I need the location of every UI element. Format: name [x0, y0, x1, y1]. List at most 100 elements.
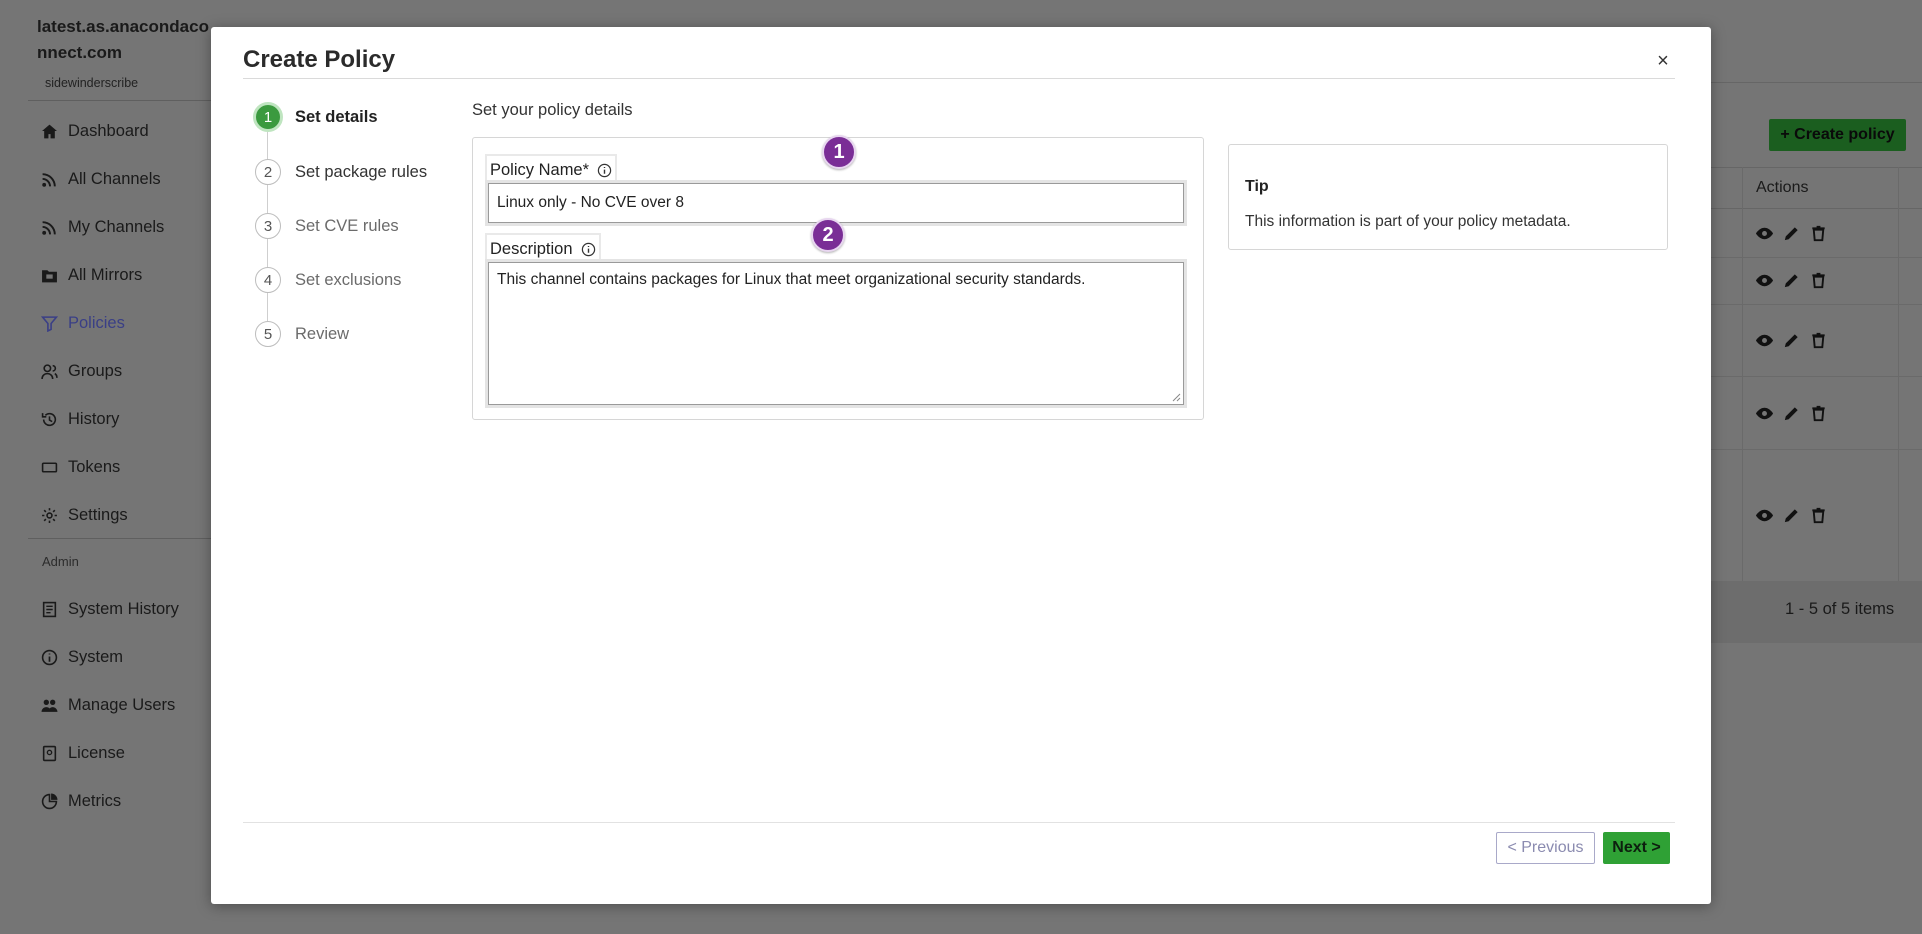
pencil-icon[interactable]: [1782, 331, 1801, 355]
nav-label: Manage Users: [68, 695, 176, 714]
trash-icon[interactable]: [1809, 331, 1828, 355]
eye-icon[interactable]: [1755, 224, 1774, 248]
nav-label: All Channels: [68, 169, 161, 188]
annotation-badge-1: 1: [822, 135, 856, 169]
table-row-actions: [1755, 331, 1828, 355]
table-row-actions: [1755, 506, 1828, 530]
info-icon[interactable]: [597, 163, 612, 178]
admin-section-label: Admin: [42, 554, 79, 569]
description-textarea[interactable]: This channel contains packages for Linux…: [488, 262, 1184, 405]
info-icon: [40, 648, 58, 666]
nav-all-mirrors[interactable]: All Mirrors: [40, 262, 142, 288]
pencil-icon[interactable]: [1782, 404, 1801, 428]
annotation-badge-2: 2: [811, 218, 845, 252]
nav-divider: [28, 538, 211, 539]
tip-panel: Tip This information is part of your pol…: [1228, 144, 1668, 250]
eye-icon[interactable]: [1755, 506, 1774, 530]
close-icon[interactable]: ×: [1651, 49, 1675, 73]
mirror-icon: [40, 266, 58, 284]
nav-license[interactable]: License: [40, 740, 125, 766]
nav-label: Dashboard: [68, 121, 149, 140]
nav-label: System: [68, 647, 124, 666]
step-number: 1: [253, 102, 283, 132]
step-label: Set exclusions: [295, 270, 402, 289]
step-set-details[interactable]: 1 Set details: [253, 101, 475, 133]
nav-all-channels[interactable]: All Channels: [40, 166, 161, 192]
nav-settings[interactable]: Settings: [40, 502, 128, 528]
previous-button[interactable]: < Previous: [1496, 832, 1595, 864]
channels-icon: [40, 218, 58, 236]
eye-icon[interactable]: [1755, 404, 1774, 428]
nav-label: All Mirrors: [68, 265, 143, 284]
tip-text: This information is part of your policy …: [1245, 213, 1571, 230]
nav-label: Groups: [68, 361, 123, 380]
filter-icon: [40, 314, 58, 332]
nav-label: License: [68, 743, 125, 762]
section-heading: Set your policy details: [472, 101, 633, 119]
actions-column-header: Actions: [1756, 179, 1809, 196]
metrics-icon: [40, 792, 58, 810]
eye-icon[interactable]: [1755, 271, 1774, 295]
gear-icon: [40, 506, 58, 524]
nav-dashboard[interactable]: Dashboard: [40, 118, 149, 144]
row-divider: [1690, 449, 1922, 450]
footer-divider: [243, 822, 1675, 823]
step-review[interactable]: 5 Review: [255, 318, 475, 350]
description-field-wrapper: This channel contains packages for Linux…: [485, 259, 1187, 408]
license-icon: [40, 744, 58, 762]
info-icon[interactable]: [581, 242, 596, 257]
step-number: 3: [255, 213, 281, 239]
token-icon: [40, 458, 58, 476]
nav-tokens[interactable]: Tokens: [40, 454, 120, 480]
trash-icon[interactable]: [1809, 404, 1828, 428]
nav-policies[interactable]: Policies: [40, 310, 125, 336]
pagination-summary: 1 - 5 of 5 items: [1785, 600, 1895, 618]
nav-metrics[interactable]: Metrics: [40, 788, 121, 814]
table-row-actions: [1755, 271, 1828, 295]
create-policy-button[interactable]: + Create policy: [1769, 119, 1906, 151]
row-divider: [1690, 257, 1922, 258]
pencil-icon[interactable]: [1782, 224, 1801, 248]
step-number: 2: [255, 159, 281, 185]
users-icon: [40, 696, 58, 714]
tip-title: Tip: [1245, 178, 1269, 195]
sidebar: latest.as.anacondaconnect.com sidewinder…: [0, 0, 211, 934]
step-number: 5: [255, 321, 281, 347]
nav-my-channels[interactable]: My Channels: [40, 214, 164, 240]
nav-label: My Channels: [68, 217, 165, 236]
column-divider: [1898, 167, 1899, 581]
modal-title: Create Policy: [243, 46, 396, 73]
nav-divider: [28, 100, 211, 101]
pencil-icon[interactable]: [1782, 506, 1801, 530]
channels-icon: [40, 170, 58, 188]
table-row-actions: [1755, 404, 1828, 428]
policy-name-label-text: Policy Name*: [490, 160, 590, 179]
description-label-text: Description: [490, 239, 573, 258]
trash-icon[interactable]: [1809, 271, 1828, 295]
pencil-icon[interactable]: [1782, 271, 1801, 295]
trash-icon[interactable]: [1809, 506, 1828, 530]
nav-label: Policies: [68, 313, 125, 332]
row-divider: [1690, 376, 1922, 377]
nav-system[interactable]: System: [40, 644, 123, 670]
nav-history[interactable]: History: [40, 406, 119, 432]
step-label: Set details: [295, 107, 378, 126]
resize-grip-icon[interactable]: [1172, 393, 1181, 402]
nav-label: System History: [68, 599, 179, 618]
create-policy-modal: Create Policy × 1 Set details 2 Set pack…: [211, 27, 1711, 904]
home-icon: [40, 122, 58, 140]
step-set-exclusions[interactable]: 4 Set exclusions: [255, 264, 475, 296]
eye-icon[interactable]: [1755, 331, 1774, 355]
next-button[interactable]: Next >: [1603, 832, 1670, 864]
step-set-cve-rules[interactable]: 3 Set CVE rules: [255, 210, 475, 242]
trash-icon[interactable]: [1809, 224, 1828, 248]
policy-name-input[interactable]: [488, 183, 1184, 223]
host-name: latest.as.anacondaconnect.com: [37, 17, 209, 62]
nav-label: Tokens: [68, 457, 121, 476]
document-icon: [40, 600, 58, 618]
column-divider: [1742, 167, 1743, 581]
nav-system-history[interactable]: System History: [40, 596, 179, 622]
nav-groups[interactable]: Groups: [40, 358, 122, 384]
nav-manage-users[interactable]: Manage Users: [40, 692, 175, 718]
step-set-package-rules[interactable]: 2 Set package rules: [255, 156, 475, 188]
